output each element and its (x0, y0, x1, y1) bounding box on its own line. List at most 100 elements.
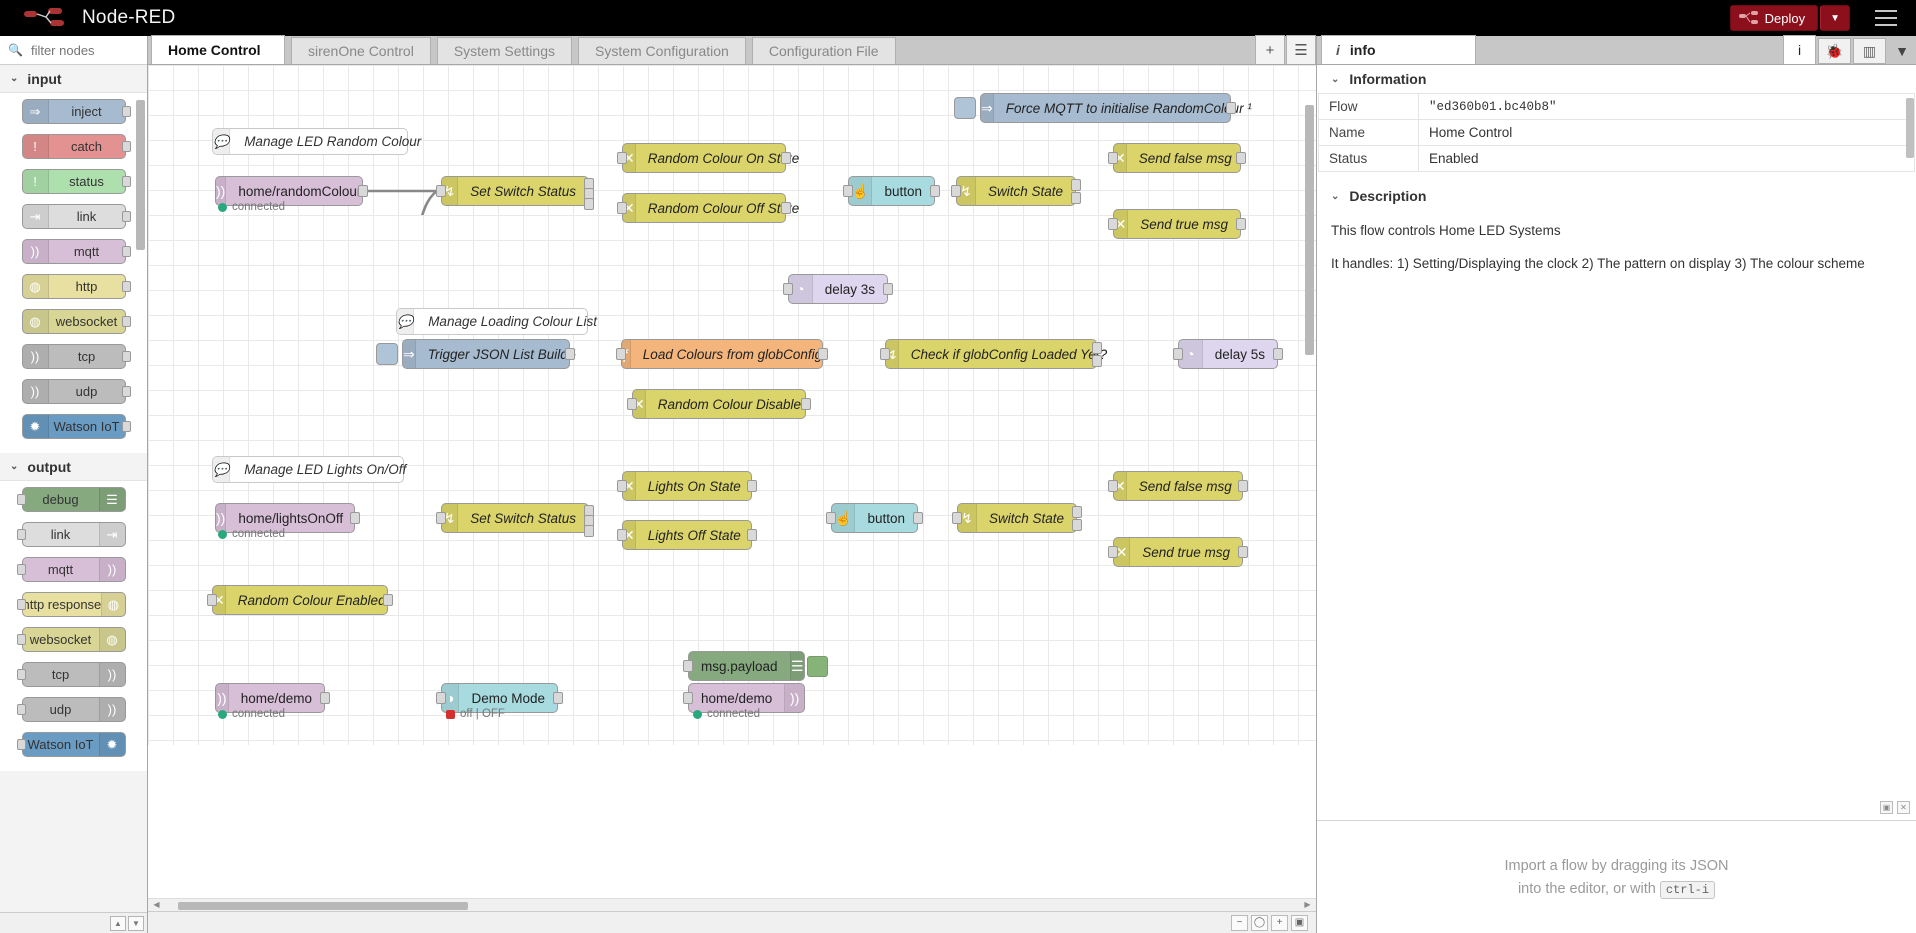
expand-all-button[interactable]: ▼ (128, 915, 144, 931)
scroll-right-arrow[interactable]: ▶ (1302, 900, 1313, 911)
port[interactable] (16, 634, 26, 645)
palette-node-inject[interactable]: ⇒ inject (21, 99, 131, 124)
input-port[interactable] (951, 185, 961, 197)
palette-node-websocket[interactable]: ◍ websocket (21, 309, 131, 334)
input-port[interactable] (1108, 152, 1118, 164)
palette-node-status[interactable]: ! status (21, 169, 131, 194)
port[interactable] (16, 494, 26, 505)
port[interactable] (121, 211, 131, 222)
output-port[interactable] (1092, 355, 1102, 367)
debug-tab-icon[interactable]: 🐞 (1818, 38, 1851, 64)
output-port[interactable] (1092, 342, 1102, 354)
input-port[interactable] (627, 398, 637, 410)
information-section-header[interactable]: ⌄ Information (1317, 65, 1916, 93)
output-port[interactable] (1072, 506, 1082, 518)
input-port[interactable] (880, 348, 890, 360)
flow-node-send-true-msg[interactable]: ✕ Send true msg (1108, 537, 1248, 567)
flow-tab-home-control[interactable]: Home Control (151, 35, 285, 64)
debug-enable-toggle[interactable] (807, 656, 828, 677)
list-flows-button[interactable]: ☰ (1286, 35, 1316, 64)
output-port[interactable] (781, 152, 791, 164)
dashboard-tab-icon[interactable]: ▥ (1853, 38, 1886, 64)
zoom-reset-button[interactable]: ◯ (1251, 914, 1268, 931)
input-port[interactable] (1173, 348, 1183, 360)
output-port[interactable] (930, 185, 940, 197)
input-port[interactable] (436, 692, 446, 704)
input-port[interactable] (843, 185, 853, 197)
output-port[interactable] (781, 202, 791, 214)
port[interactable] (16, 564, 26, 575)
port[interactable] (16, 529, 26, 540)
flow-node-random-colour-off-state[interactable]: ✕ Random Colour Off State (617, 193, 799, 223)
output-port[interactable] (1071, 192, 1081, 204)
port[interactable] (121, 386, 131, 397)
zoom-out-button[interactable]: − (1231, 914, 1248, 931)
output-port[interactable] (350, 512, 360, 524)
deploy-button[interactable]: Deploy (1729, 5, 1819, 31)
palette-node-catch[interactable]: ! catch (21, 134, 131, 159)
output-port[interactable] (1238, 546, 1248, 558)
output-port[interactable] (818, 348, 828, 360)
input-port[interactable] (1108, 218, 1118, 230)
palette-category-output[interactable]: ⌄ output (0, 453, 147, 481)
port[interactable] (121, 281, 131, 292)
palette-node-udp[interactable]: udp)) (16, 697, 126, 722)
input-port[interactable] (683, 692, 693, 704)
expand-panel-button[interactable]: ▣ (1880, 801, 1893, 814)
palette-node-tcp[interactable]: )) tcp (21, 344, 131, 369)
flow-tab-sirenone-control[interactable]: sirenOne Control (291, 37, 431, 64)
input-port[interactable] (783, 283, 793, 295)
collapse-all-button[interactable]: ▲ (110, 915, 126, 931)
output-port[interactable] (358, 185, 368, 197)
flow-node-delay-5s[interactable]: ◔ delay 5s (1173, 339, 1283, 369)
input-port[interactable] (616, 348, 626, 360)
flow-node-lights-on-state[interactable]: ✕ Lights On State (617, 471, 757, 501)
search-input[interactable] (28, 41, 139, 59)
input-port[interactable] (436, 185, 446, 197)
output-port[interactable] (747, 480, 757, 492)
palette-scrollbar[interactable] (136, 100, 145, 250)
port[interactable] (121, 351, 131, 362)
output-port[interactable] (1226, 102, 1236, 114)
input-port[interactable] (826, 512, 836, 524)
main-menu-button[interactable] (1864, 0, 1908, 36)
comment-node[interactable]: 💬 Manage Loading Colour List (396, 308, 597, 335)
flow-node-trigger-json-list-build[interactable]: ⇒ Trigger JSON List Build ¹ (402, 339, 576, 369)
add-flow-button[interactable]: + (1255, 35, 1285, 64)
output-port[interactable] (383, 594, 393, 606)
output-port[interactable] (883, 283, 893, 295)
flow-tab-system-configuration[interactable]: System Configuration (577, 37, 746, 64)
flow-node-random-colour-on-state[interactable]: ✕ Random Colour On State (617, 143, 799, 173)
flow-node-send-false-msg[interactable]: ✕ Send false msg (1108, 471, 1248, 501)
palette-node-link[interactable]: link ⇥ (16, 522, 126, 547)
palette-node-udp[interactable]: )) udp (21, 379, 131, 404)
tab-info[interactable]: i info (1321, 35, 1476, 64)
port[interactable] (121, 141, 131, 152)
palette-node-http-response[interactable]: http response ◍ (16, 592, 126, 617)
flow-node-check-if-globconfig-loaded-yet[interactable]: ↯ Check if globConfig Loaded Yet? (880, 339, 1107, 369)
flow-node-switch-state[interactable]: ↯ Switch State (951, 176, 1081, 206)
port[interactable] (121, 246, 131, 257)
flow-node-switch-state[interactable]: ↯ Switch State (952, 503, 1082, 533)
scroll-left-arrow[interactable]: ◀ (151, 900, 162, 911)
input-port[interactable] (617, 480, 627, 492)
palette-search-bar[interactable]: 🔍 (0, 36, 147, 65)
flow-node-force-mqtt-to-initialise-randomcolour[interactable]: ⇒ Force MQTT to initialise RandomColour ¹ (980, 93, 1252, 123)
palette-node-link[interactable]: ⇥ link (21, 204, 131, 229)
flow-tab-configuration-file[interactable]: Configuration File (751, 37, 896, 64)
fit-view-button[interactable]: ▣ (1291, 914, 1308, 931)
palette-category-input[interactable]: ⌄ input (0, 65, 147, 93)
input-port[interactable] (1108, 546, 1118, 558)
inject-button-force-mqtt[interactable] (954, 97, 976, 119)
output-port[interactable] (565, 348, 575, 360)
close-panel-button[interactable]: ✕ (1897, 801, 1910, 814)
flow-node-button[interactable]: ☝ button (843, 176, 940, 206)
flow-node-msg-payload[interactable]: msg.payload ☰ (683, 651, 805, 681)
input-port[interactable] (617, 152, 627, 164)
port[interactable] (121, 176, 131, 187)
canvas-vertical-scrollbar[interactable] (1305, 105, 1314, 355)
flow-node-send-true-msg[interactable]: ✕ Send true msg (1108, 209, 1246, 239)
input-port[interactable] (952, 512, 962, 524)
sidebar-scrollbar[interactable] (1906, 98, 1914, 158)
flow-node-send-false-msg[interactable]: ✕ Send false msg (1108, 143, 1246, 173)
